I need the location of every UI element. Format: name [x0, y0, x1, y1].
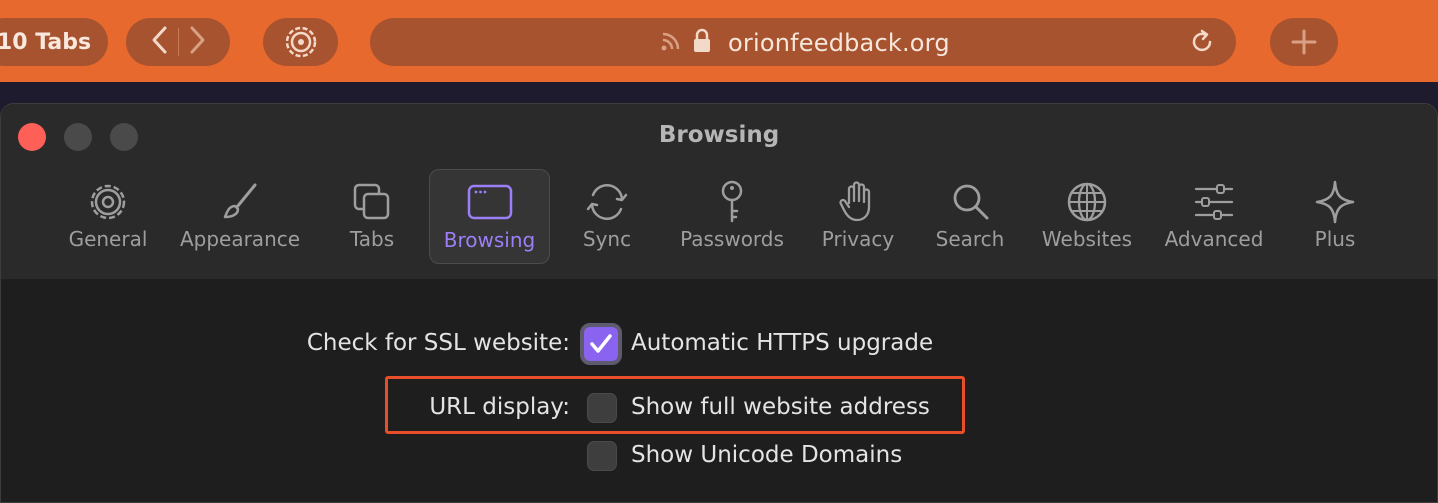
plus-icon	[1291, 29, 1317, 55]
browser-toolbar: 10 Tabs orionfeedback.org	[0, 0, 1438, 82]
nav-divider	[177, 28, 179, 56]
sync-icon	[586, 184, 628, 220]
ssl-check-label: Check for SSL website:	[306, 330, 570, 356]
sliders-icon	[1194, 184, 1234, 220]
url-display-label: URL display:	[429, 394, 570, 420]
tab-label: Sync	[582, 227, 632, 251]
tab-label: Appearance	[179, 227, 301, 251]
tab-advanced[interactable]: Advanced	[1158, 169, 1270, 264]
tab-label: Browsing	[443, 228, 536, 252]
rss-icon[interactable]	[660, 30, 682, 52]
url-text: orionfeedback.org	[728, 29, 950, 57]
tab-sync[interactable]: Sync	[566, 169, 648, 264]
extensions-button[interactable]	[263, 18, 338, 66]
checkmark-icon	[590, 334, 612, 353]
browser-window-icon	[467, 184, 512, 220]
tab-label: Passwords	[680, 227, 784, 251]
https-upgrade-checkbox[interactable]	[580, 323, 622, 365]
tab-label: General	[68, 227, 148, 251]
tab-passwords[interactable]: Passwords	[672, 169, 792, 264]
show-full-address-option[interactable]: Show full website address	[631, 394, 930, 420]
sparkle-icon	[1315, 180, 1355, 224]
tab-search[interactable]: Search	[927, 169, 1013, 264]
hand-icon	[839, 181, 871, 222]
chevron-right-icon	[190, 26, 204, 54]
preferences-tab-bar: General Appearance Tabs Browsing Sync Pa…	[1, 169, 1437, 264]
tabs-icon	[353, 183, 390, 220]
window-title: Browsing	[658, 122, 780, 148]
tab-label: Plus	[1314, 227, 1356, 251]
key-icon	[721, 180, 743, 223]
reload-icon[interactable]	[1188, 28, 1216, 56]
window-toolbar: Browsing General Appearance Tabs Browsin…	[1, 104, 1437, 279]
lock-icon	[694, 28, 710, 52]
tab-tabs[interactable]: Tabs	[331, 169, 413, 264]
tab-appearance[interactable]: Appearance	[173, 169, 307, 264]
chevron-left-icon	[152, 26, 166, 54]
tab-count-button[interactable]: 10 Tabs	[0, 18, 108, 66]
https-upgrade-option[interactable]: Automatic HTTPS upgrade	[631, 330, 933, 356]
paintbrush-icon	[223, 183, 257, 219]
show-unicode-domains-option[interactable]: Show Unicode Domains	[631, 442, 902, 468]
tab-count-label: 10 Tabs	[0, 29, 92, 55]
tab-privacy[interactable]: Privacy	[813, 169, 903, 264]
tab-browsing[interactable]: Browsing	[429, 169, 550, 264]
tab-label: Privacy	[821, 227, 895, 251]
back-button[interactable]	[150, 25, 170, 59]
tab-label: Advanced	[1164, 227, 1264, 251]
show-full-address-checkbox[interactable]	[587, 393, 617, 423]
show-unicode-domains-checkbox[interactable]	[587, 441, 617, 471]
tab-label: Search	[935, 227, 1005, 251]
tab-label: Websites	[1041, 227, 1133, 251]
navigation-buttons	[126, 18, 230, 66]
tab-plus[interactable]: Plus	[1295, 169, 1375, 264]
address-bar[interactable]: orionfeedback.org	[370, 18, 1236, 66]
settings-wheel-icon	[285, 26, 316, 58]
globe-icon	[1067, 182, 1107, 222]
tab-websites[interactable]: Websites	[1035, 169, 1139, 264]
tab-label: Tabs	[349, 227, 395, 251]
gear-icon	[90, 184, 126, 220]
tab-general[interactable]: General	[58, 169, 158, 264]
new-tab-button[interactable]	[1270, 18, 1338, 66]
forward-button[interactable]	[187, 25, 207, 59]
magnifier-icon	[953, 184, 989, 220]
